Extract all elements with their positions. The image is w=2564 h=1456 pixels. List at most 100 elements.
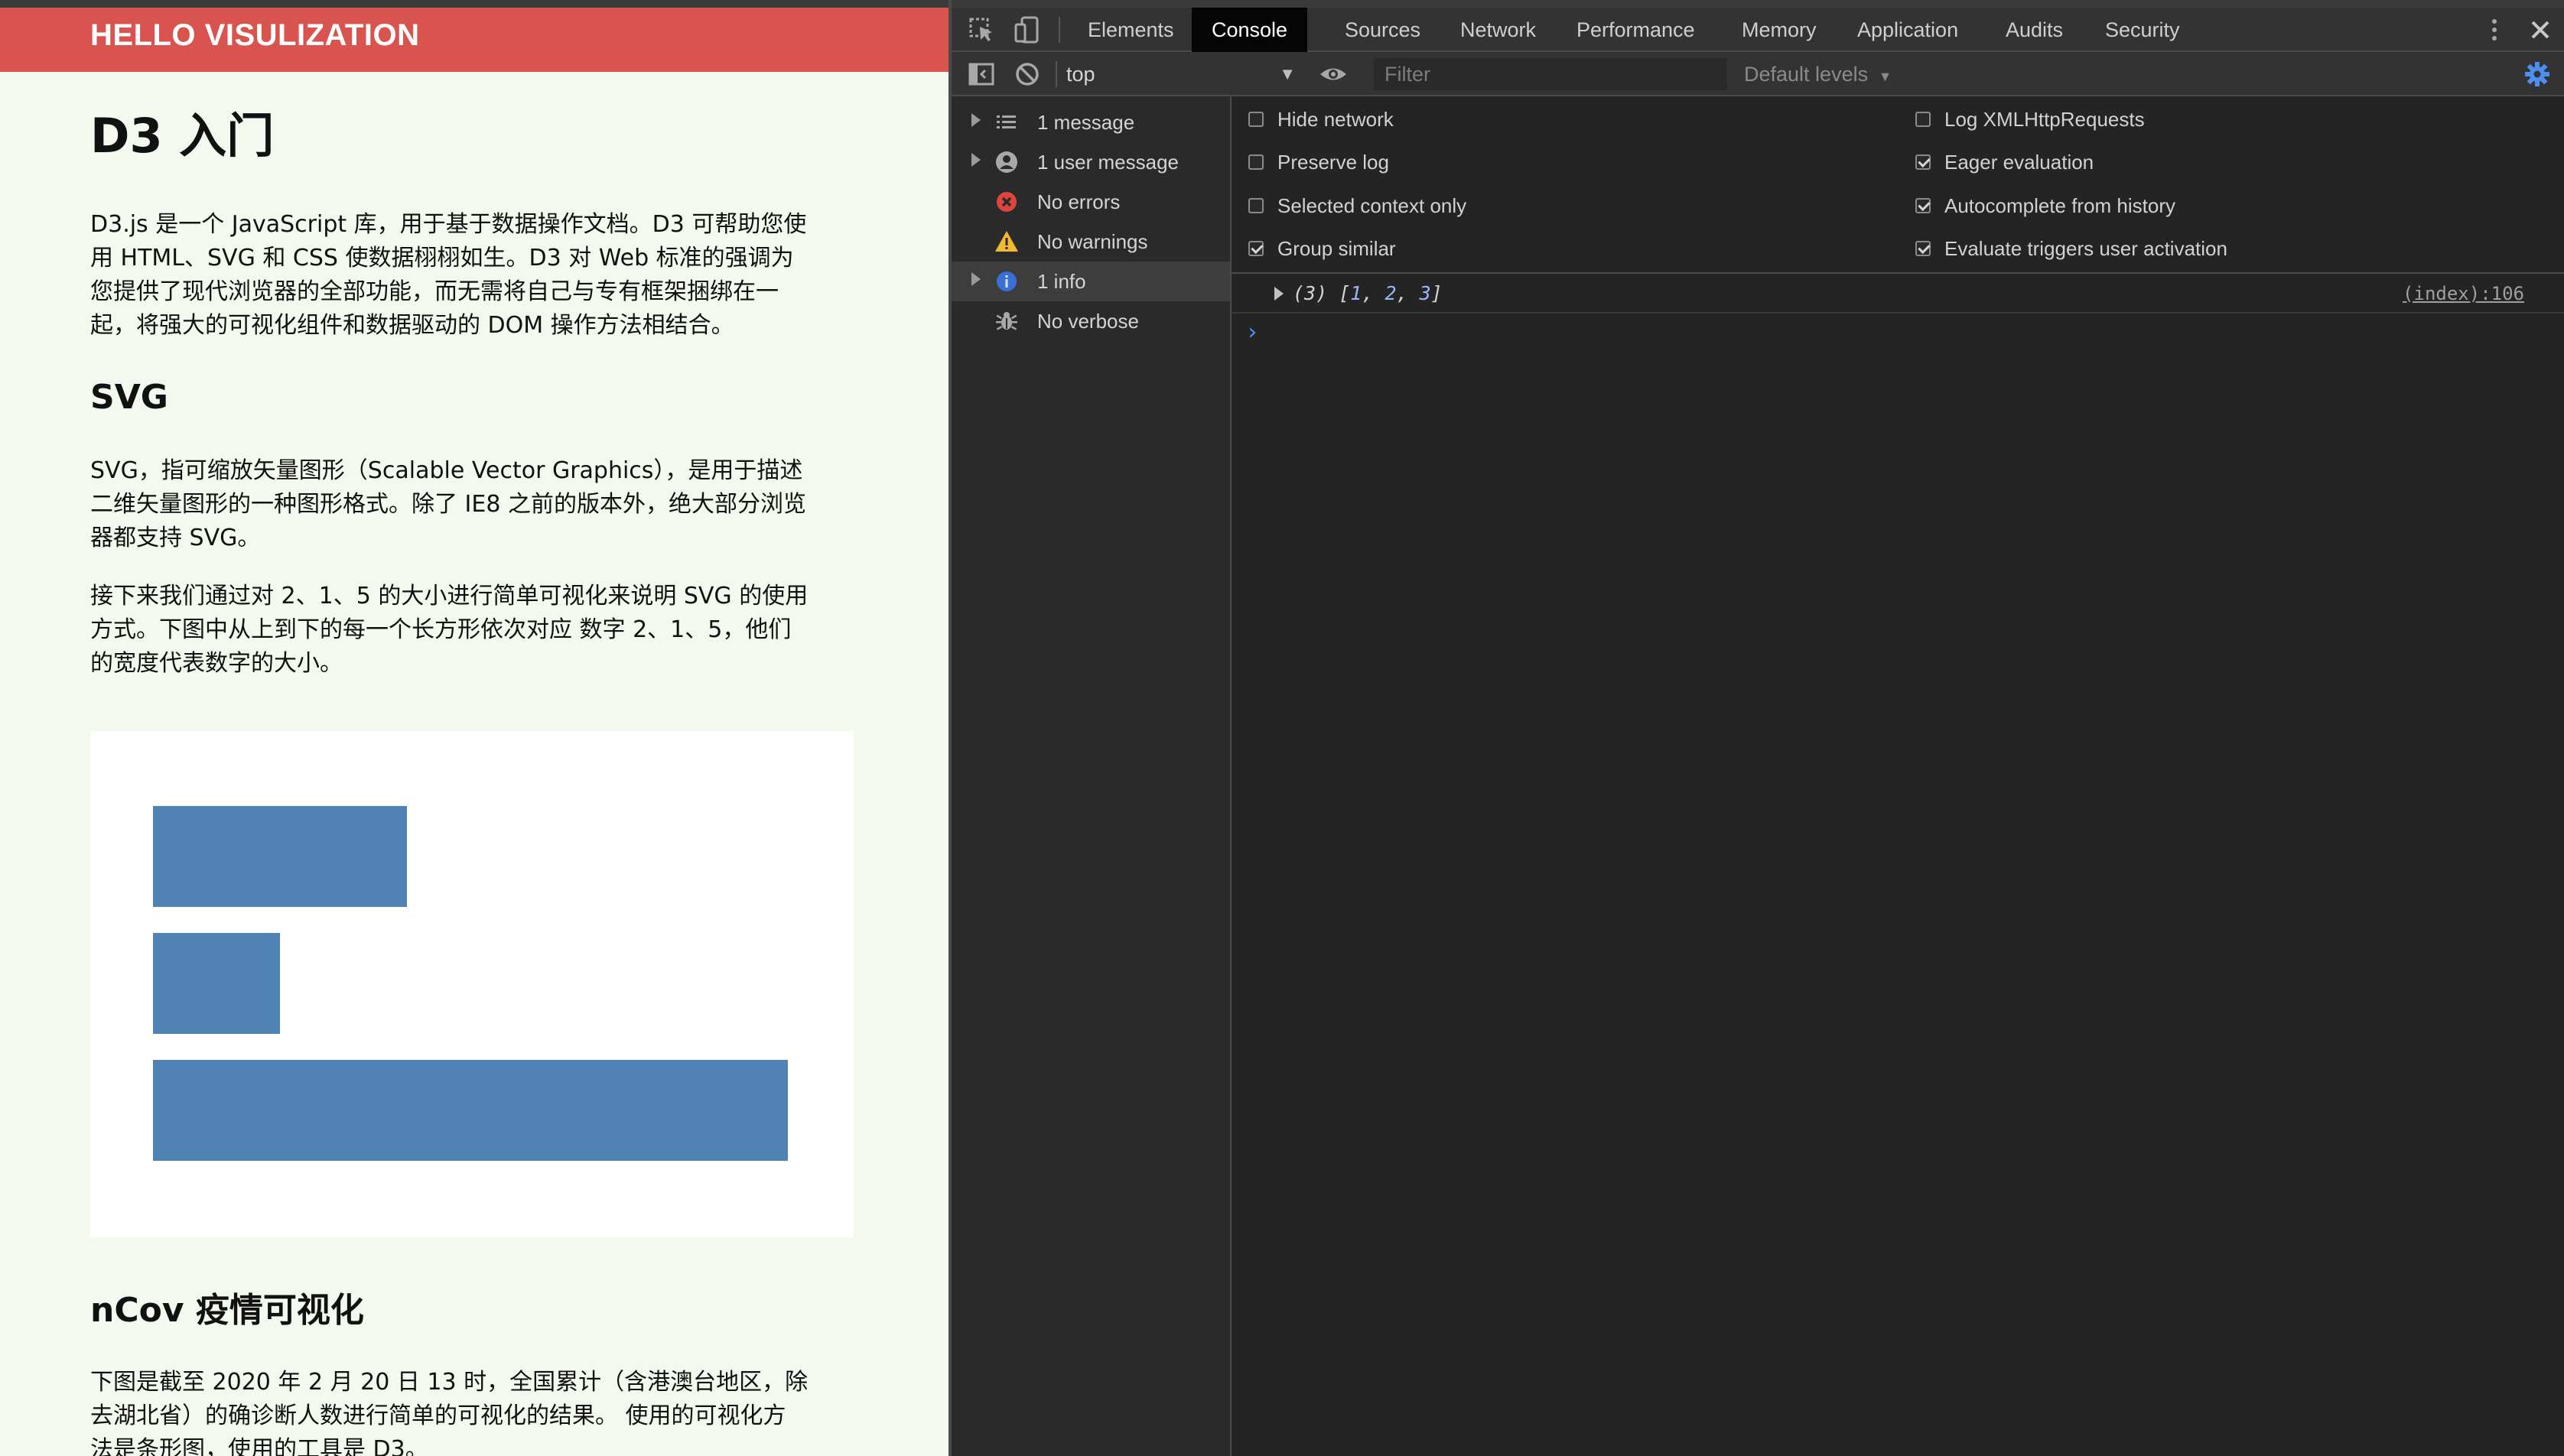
console-sidebar: 1 message 1 user message No errors No wa… [952,96,1232,1456]
live-expression-eye-icon[interactable] [1319,60,1348,89]
intro-line: 您提供了现代浏览器的全部功能，而无需将自己与专有框架捆绑在一 [90,278,779,305]
sidebar-item-label: 1 message [1037,111,1135,134]
svg-line: 二维矢量图形的一种图形格式。除了 IE8 之前的版本外，绝大部分浏览 [90,491,806,518]
log-message[interactable]: (3) [1, 2, 3] [1293,274,1443,314]
tab-sources[interactable]: Sources [1325,8,1440,52]
checkbox[interactable] [1248,198,1264,213]
site-brand[interactable]: HELLO VISULIZATION [90,18,419,53]
setting-label: Preserve log [1277,151,1389,174]
site-header: HELLO VISULIZATION [0,8,948,72]
array-prefix: (3) [ [1293,282,1351,304]
expand-arrow-icon[interactable] [1274,287,1284,301]
tab-console[interactable]: Console [1192,8,1308,52]
tab-security[interactable]: Security [2085,8,2200,52]
tabbar-divider [1059,17,1060,43]
expand-arrow-icon[interactable] [971,272,981,286]
intro-line: 起，将强大的可视化组件和数据驱动的 DOM 操作方法相结合。 [90,312,734,339]
web-page: HELLO VISULIZATION D3 入门 D3.js 是一个 JavaS… [0,0,948,1456]
setting-label: Log XMLHttpRequests [1944,108,2145,131]
ncov-line: 去湖北省）的确诊断人数进行简单的可视化的结果。 使用的可视化方 [90,1402,786,1429]
ncov-line: 下图是截至 2020 年 2 月 20 日 13 时，全国累计（含港澳台地区，除 [90,1369,809,1396]
svg-line: 的宽度代表数字的大小。 [90,650,343,677]
sidebar-item-label: 1 user message [1037,151,1179,174]
tab-network[interactable]: Network [1440,8,1556,52]
console-toolbar: top ▼ Default levels ▼ [952,52,2564,96]
bar-1 [153,806,407,907]
inspect-element-icon[interactable] [967,15,996,44]
toolbar-divider [1056,61,1057,87]
error-icon [994,190,1019,214]
devtools-panel: Elements Console Sources Network Perform… [948,0,2564,1456]
setting-label: Evaluate triggers user activation [1944,237,2227,260]
browser-top-edge [0,0,948,8]
log-levels-dropdown[interactable]: Default levels ▼ [1744,58,1892,90]
setting-label: Group similar [1277,237,1396,260]
context-selector[interactable]: top ▼ [1066,58,1296,90]
device-toolbar-icon[interactable] [1013,15,1042,44]
console-log-row[interactable]: (3) [1, 2, 3] (index):106 [1232,274,2564,314]
array-item: 3 [1419,282,1431,304]
ncov-heading: nCov 疫情可视化 [90,1291,364,1330]
checkbox[interactable] [1915,241,1931,256]
clear-console-icon[interactable] [1013,60,1042,89]
setting-label: Eager evaluation [1944,151,2094,174]
sidebar-item-warnings[interactable]: No warnings [952,222,1230,262]
page-title: D3 入门 [90,108,275,164]
bug-icon [994,309,1019,333]
array-separator: , [1362,282,1385,304]
svg-bar-demo [90,731,854,1237]
sidebar-item-label: 1 info [1037,270,1086,293]
console-settings-gear-icon[interactable] [2523,60,2552,89]
svg-line: 器都支持 SVG。 [90,525,261,551]
array-item: 1 [1350,282,1362,304]
info-icon [994,269,1019,294]
checkbox[interactable] [1248,112,1264,127]
intro-line: 用 HTML、SVG 和 CSS 使数据栩栩如生。D3 对 Web 标准的强调为 [90,245,794,271]
sidebar-item-messages[interactable]: 1 message [952,102,1230,142]
tab-memory[interactable]: Memory [1722,8,1837,52]
user-icon [994,150,1019,174]
intro-section: D3 入门 [90,106,855,167]
sidebar-item-verbose[interactable]: No verbose [952,301,1230,341]
svg-line: SVG，指可缩放矢量图形（Scalable Vector Graphics），是… [90,457,803,484]
sidebar-item-label: No verbose [1037,310,1139,333]
ncov-heading-wrap: nCov 疫情可视化 [90,1289,855,1332]
checkbox[interactable] [1248,241,1264,256]
sidebar-item-info[interactable]: 1 info [952,262,1230,301]
intro-paragraph: D3.js 是一个 JavaScript 库，用于基于数据操作文档。D3 可帮助… [90,208,855,343]
filter-input[interactable] [1374,58,1727,90]
tab-performance[interactable]: Performance [1557,8,1715,52]
checkbox[interactable] [1915,154,1931,170]
chevron-down-icon: ▼ [1878,69,1892,84]
checkbox[interactable] [1248,154,1264,170]
expand-arrow-icon[interactable] [971,153,981,167]
console-output: (3) [1, 2, 3] (index):106 › [1232,274,2564,1456]
bar-2 [153,933,280,1034]
sidebar-item-user-messages[interactable]: 1 user message [952,142,1230,182]
array-item: 2 [1384,282,1397,304]
setting-label: Autocomplete from history [1944,194,2176,217]
source-link[interactable]: (index):106 [2403,274,2524,314]
checkbox[interactable] [1915,112,1931,127]
devtools-tabbar: Elements Console Sources Network Perform… [952,8,2564,52]
warning-icon [994,229,1019,254]
ncov-line: 法是条形图，使用的工具是 D3。 [90,1436,428,1456]
intro-line: D3.js 是一个 JavaScript 库，用于基于数据操作文档。D3 可帮助… [90,211,807,238]
log-levels-label: Default levels [1744,63,1869,86]
sidebar-toggle-icon[interactable] [967,60,996,89]
close-devtools-icon[interactable] [2526,15,2555,44]
setting-label: Selected context only [1277,194,1467,217]
tab-elements[interactable]: Elements [1068,8,1194,52]
expand-arrow-icon[interactable] [971,113,981,127]
console-prompt[interactable]: › [1245,314,1259,352]
setting-label: Hide network [1277,108,1394,131]
more-options-icon[interactable] [2480,15,2509,44]
devtools-top-edge [952,0,2564,8]
sidebar-item-errors[interactable]: No errors [952,182,1230,222]
sidebar-item-label: No errors [1037,190,1121,213]
svg-line: 方式。下图中从上到下的每一个长方形依次对应 数字 2、1、5，他们 [90,616,792,643]
checkbox[interactable] [1915,198,1931,213]
tab-application[interactable]: Application [1837,8,1978,52]
tab-audits[interactable]: Audits [1986,8,2083,52]
context-value: top [1066,63,1095,86]
